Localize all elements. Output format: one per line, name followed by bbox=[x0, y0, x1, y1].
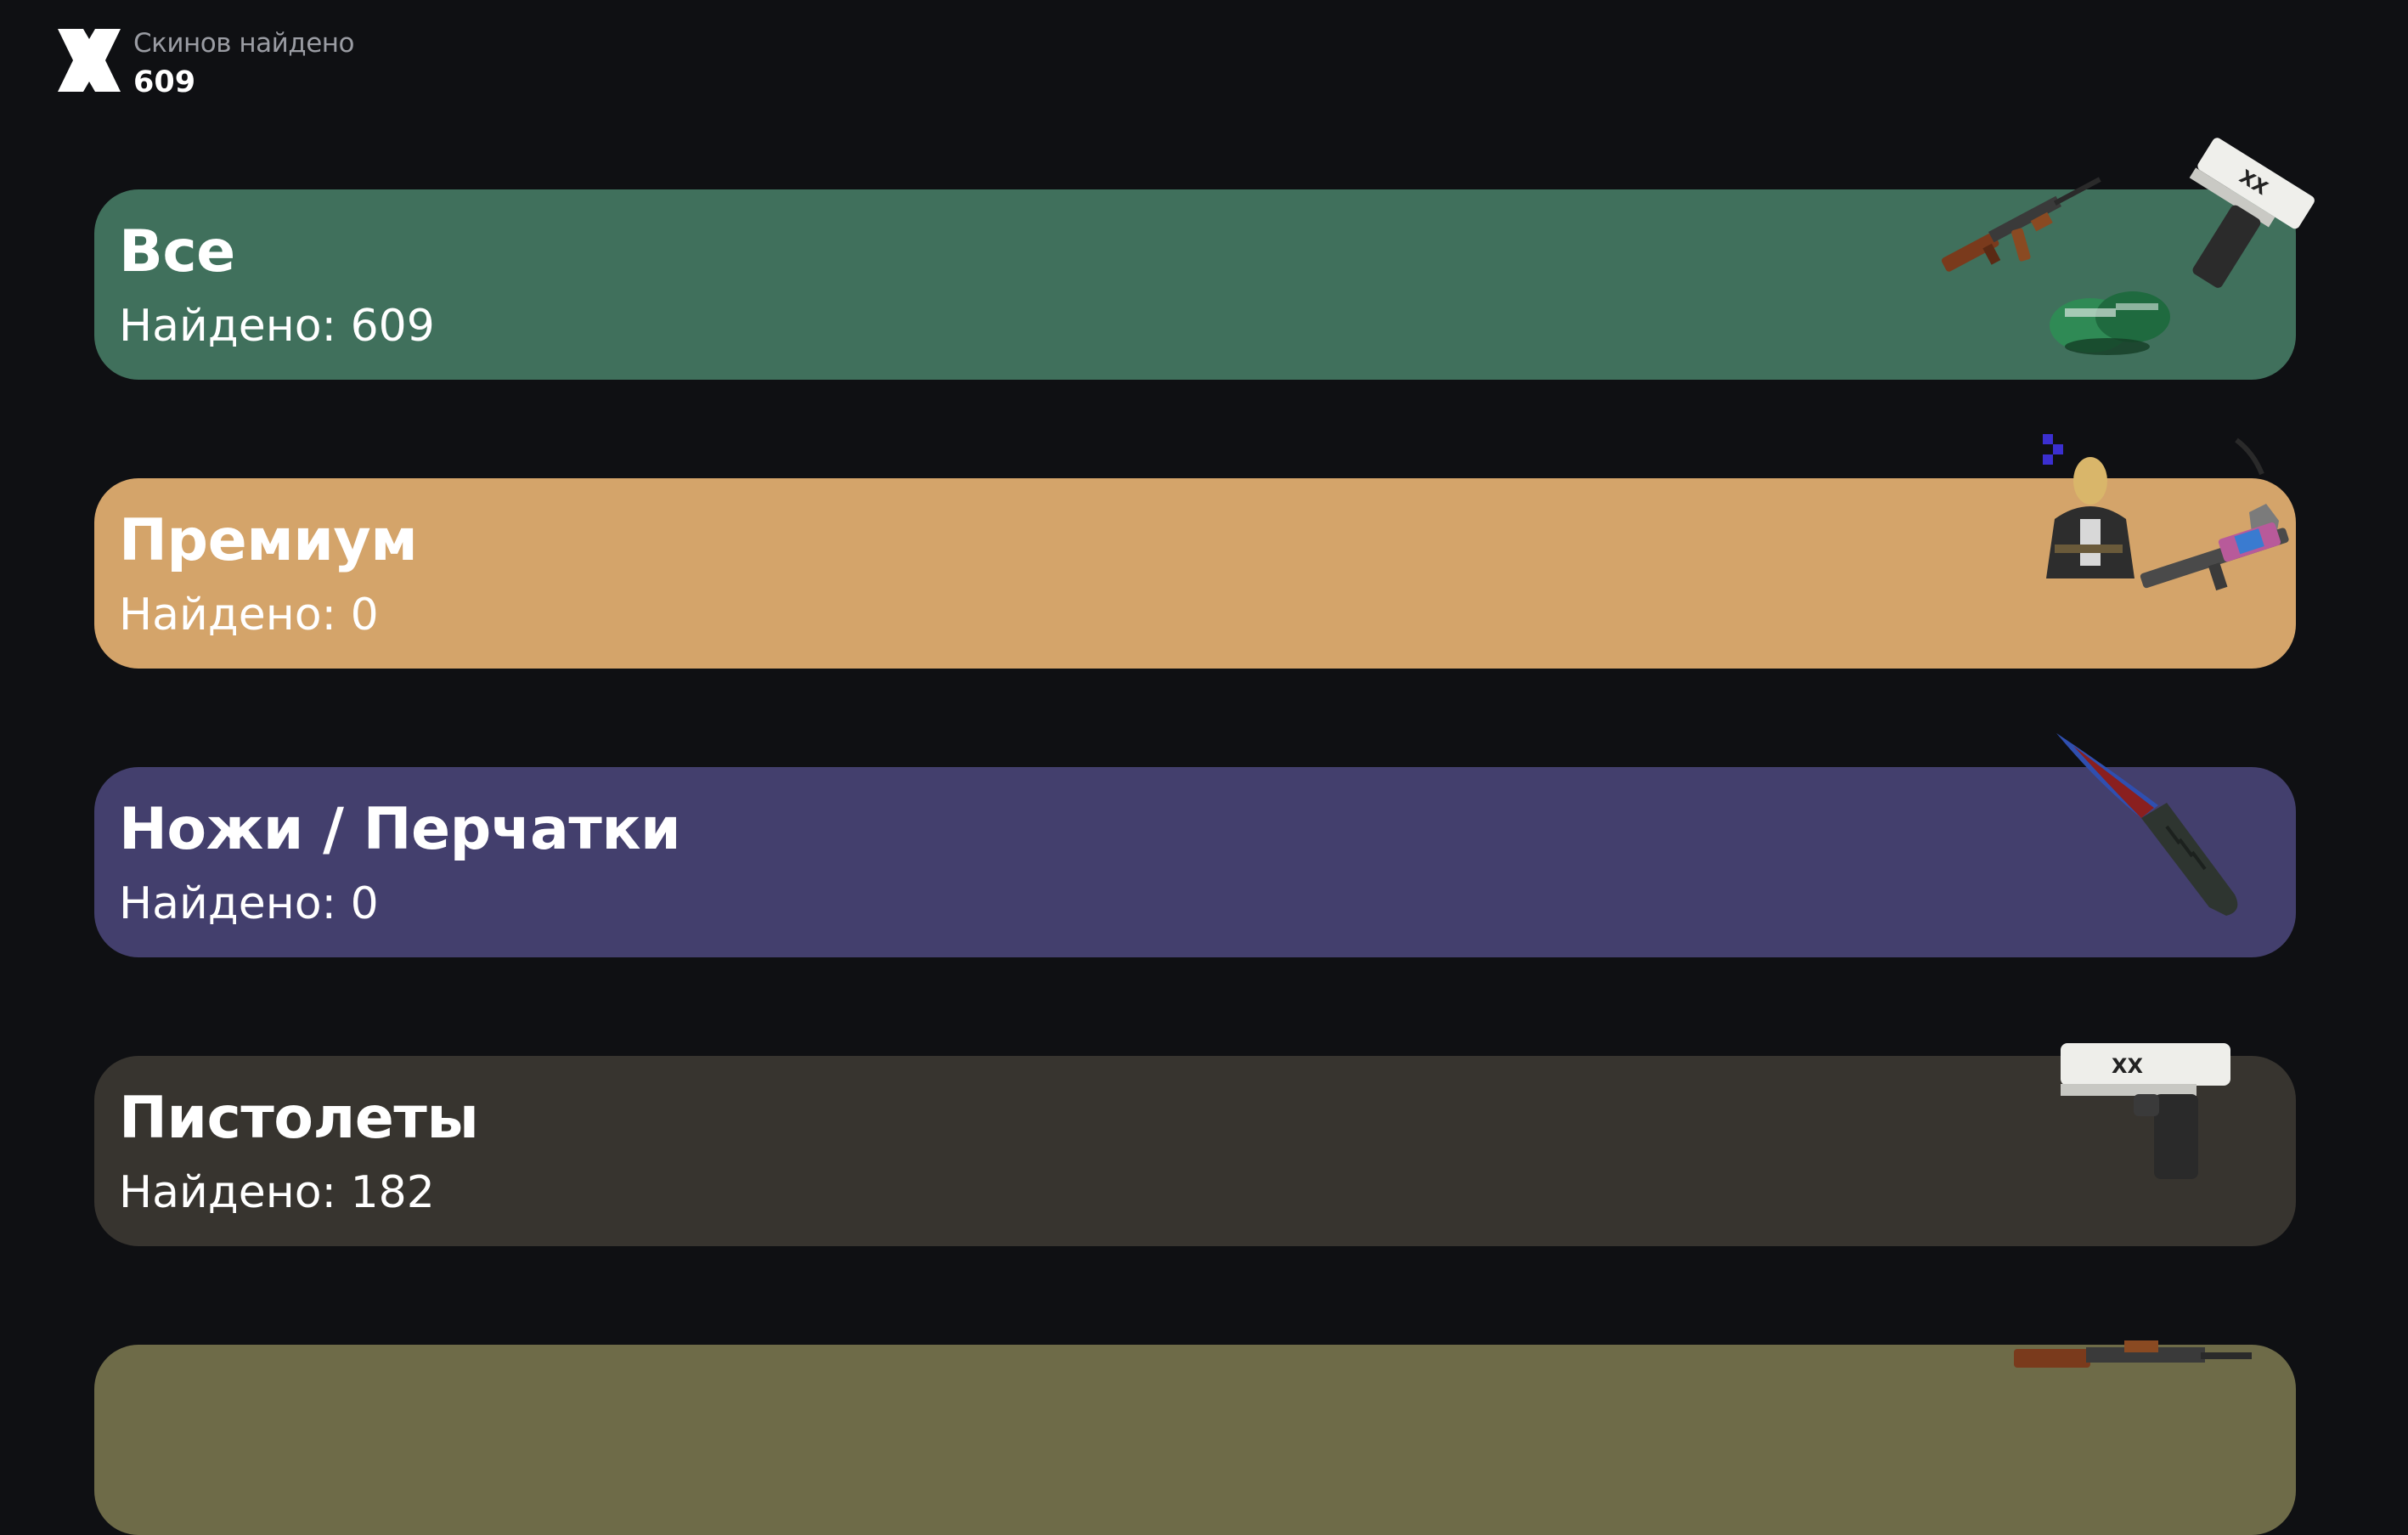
category-card-knives-gloves[interactable]: Ножи / Перчатки Найдено: 0 bbox=[94, 733, 2296, 957]
skins-found-count: 609 bbox=[133, 65, 196, 99]
category-found-count: Найдено: 0 bbox=[119, 878, 379, 929]
skins-found-label: Скинов найдено bbox=[133, 28, 355, 59]
category-found-count: Найдено: 0 bbox=[119, 590, 379, 641]
rifle-icon bbox=[2140, 522, 2289, 591]
knife-icon bbox=[2056, 733, 2238, 916]
category-card-pistols[interactable]: Пистолеты Найдено: 182 XX bbox=[94, 1043, 2296, 1246]
category-title: Пистолеты bbox=[119, 1085, 479, 1152]
header: Скинов найдено 609 bbox=[56, 27, 355, 99]
category-card-rifles[interactable] bbox=[94, 1340, 2296, 1535]
category-title: Все bbox=[119, 218, 235, 285]
logo-icon bbox=[58, 29, 121, 92]
svg-text:XX: XX bbox=[2112, 1054, 2144, 1078]
category-title: Ножи / Перчатки bbox=[119, 796, 681, 863]
category-title: Премиум bbox=[119, 507, 418, 574]
category-card-all[interactable]: Все Найдено: 609 XX bbox=[94, 138, 2315, 380]
deagle-icon: XX bbox=[2061, 1043, 2230, 1179]
category-card-premium[interactable]: Премиум Найдено: 0 bbox=[94, 434, 2296, 669]
category-found-count: Найдено: 182 bbox=[119, 1167, 435, 1218]
ak47-icon bbox=[2014, 1340, 2252, 1368]
category-found-count: Найдено: 609 bbox=[119, 301, 435, 352]
deagle-icon: XX bbox=[2189, 138, 2315, 288]
